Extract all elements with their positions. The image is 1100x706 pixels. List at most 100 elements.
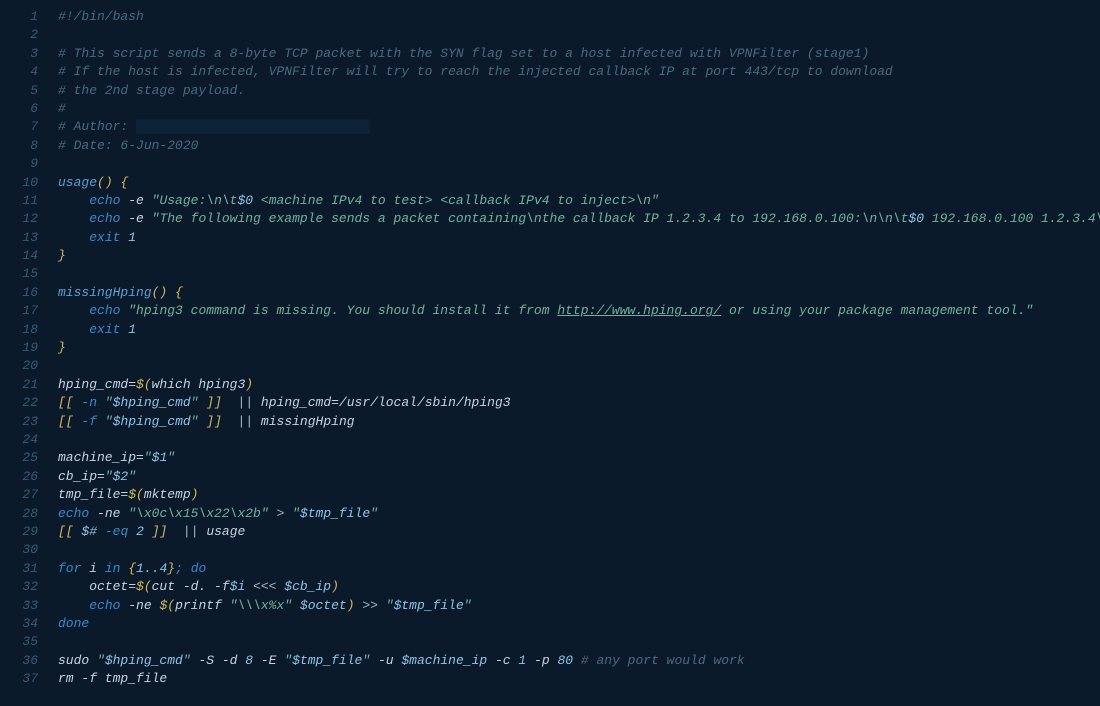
- token-plain: usage: [199, 524, 246, 539]
- token-plain: octet=: [58, 579, 136, 594]
- code-line[interactable]: [58, 155, 1100, 173]
- token-var: $2: [113, 469, 129, 484]
- line-number: 27: [0, 486, 50, 504]
- token-plain: [167, 524, 183, 539]
- token-br: ]]: [152, 524, 168, 539]
- code-line[interactable]: exit 1: [58, 321, 1100, 339]
- token-str: "\\\x%x": [230, 598, 292, 613]
- token-plain: -c: [487, 653, 518, 668]
- token-kw: exit: [89, 322, 120, 337]
- line-number: 1: [0, 8, 50, 26]
- line-number: 6: [0, 100, 50, 118]
- code-line[interactable]: #: [58, 100, 1100, 118]
- token-plain: -e: [120, 193, 151, 208]
- code-line[interactable]: }: [58, 247, 1100, 265]
- line-number: 19: [0, 339, 50, 357]
- line-number: 13: [0, 229, 50, 247]
- token-plain: i: [81, 561, 104, 576]
- token-var: $hping_cmd: [113, 414, 191, 429]
- code-line[interactable]: exit 1: [58, 229, 1100, 247]
- code-line[interactable]: # Author:: [58, 118, 1100, 136]
- token-br: }: [167, 561, 175, 576]
- code-line[interactable]: hping_cmd=$(which hping3): [58, 376, 1100, 394]
- code-line[interactable]: [[ -f "$hping_cmd" ]] || missingHping: [58, 413, 1100, 431]
- token-cmt: # This script sends a 8-byte TCP packet …: [58, 46, 869, 61]
- token-br: ): [191, 487, 199, 502]
- code-line[interactable]: [58, 26, 1100, 44]
- token-num: 1: [128, 230, 136, 245]
- code-area[interactable]: #!/bin/bash # This script sends a 8-byte …: [50, 0, 1100, 706]
- code-line[interactable]: octet=$(cut -d. -f$i <<< $cb_ip): [58, 578, 1100, 596]
- token-plain: rm -f tmp_file: [58, 671, 167, 686]
- line-number: 28: [0, 505, 50, 523]
- code-line[interactable]: machine_ip="$1": [58, 449, 1100, 467]
- token-str: ": [362, 653, 370, 668]
- line-number: 34: [0, 615, 50, 633]
- token-var: $machine_ip: [401, 653, 487, 668]
- code-line[interactable]: echo "hping3 command is missing. You sho…: [58, 302, 1100, 320]
- token-str: or using your package management tool.": [721, 303, 1033, 318]
- token-plain: tmp_file=: [58, 487, 128, 502]
- token-num: 80: [557, 653, 573, 668]
- code-line[interactable]: sudo "$hping_cmd" -S -d 8 -E "$tmp_file"…: [58, 652, 1100, 670]
- code-line[interactable]: [58, 265, 1100, 283]
- token-cmt: # Date: 6-Jun-2020: [58, 138, 198, 153]
- token-str: "Usage:\n\t: [152, 193, 238, 208]
- token-plain: [183, 561, 191, 576]
- token-plain: -E: [253, 653, 284, 668]
- token-cmt: #: [58, 101, 66, 116]
- code-line[interactable]: # This script sends a 8-byte TCP packet …: [58, 45, 1100, 63]
- code-line[interactable]: }: [58, 339, 1100, 357]
- code-line[interactable]: echo -e "Usage:\n\t$0 <machine IPv4 to t…: [58, 192, 1100, 210]
- code-line[interactable]: #!/bin/bash: [58, 8, 1100, 26]
- code-line[interactable]: [58, 357, 1100, 375]
- code-line[interactable]: for i in {1..4}; do: [58, 560, 1100, 578]
- token-br: ): [331, 579, 339, 594]
- token-plain: [222, 395, 238, 410]
- token-str: ": [167, 450, 175, 465]
- token-var: $cb_ip: [284, 579, 331, 594]
- code-line[interactable]: # Date: 6-Jun-2020: [58, 137, 1100, 155]
- token-kw: -n: [81, 395, 97, 410]
- token-cmt: # the 2nd stage payload.: [58, 83, 245, 98]
- code-line[interactable]: rm -f tmp_file: [58, 670, 1100, 688]
- code-line[interactable]: echo -e "The following example sends a p…: [58, 210, 1100, 228]
- code-line[interactable]: # If the host is infected, VPNFilter wil…: [58, 63, 1100, 81]
- line-number: 16: [0, 284, 50, 302]
- code-line[interactable]: usage() {: [58, 174, 1100, 192]
- token-br: }: [58, 340, 66, 355]
- line-number: 15: [0, 265, 50, 283]
- token-br: [[: [58, 524, 74, 539]
- code-line[interactable]: missingHping() {: [58, 284, 1100, 302]
- code-line[interactable]: [58, 633, 1100, 651]
- token-plain: cb_ip=: [58, 469, 105, 484]
- token-plain: [58, 322, 89, 337]
- token-str: "The following example sends a packet co…: [152, 211, 909, 226]
- token-plain: hping_cmd=/usr/local/sbin/hping3: [253, 395, 510, 410]
- code-line[interactable]: tmp_file=$(mktemp): [58, 486, 1100, 504]
- token-str: ": [105, 469, 113, 484]
- code-line[interactable]: done: [58, 615, 1100, 633]
- token-redact: [136, 119, 370, 134]
- code-line[interactable]: # the 2nd stage payload.: [58, 82, 1100, 100]
- code-line[interactable]: [58, 541, 1100, 559]
- token-br: ): [245, 377, 253, 392]
- line-number: 8: [0, 137, 50, 155]
- line-number: 30: [0, 541, 50, 559]
- code-line[interactable]: [[ $# -eq 2 ]] || usage: [58, 523, 1100, 541]
- code-line[interactable]: [58, 431, 1100, 449]
- code-line[interactable]: [[ -n "$hping_cmd" ]] || hping_cmd=/usr/…: [58, 394, 1100, 412]
- line-number: 22: [0, 394, 50, 412]
- token-op: ||: [238, 395, 254, 410]
- token-num: 1..4: [136, 561, 167, 576]
- line-number: 11: [0, 192, 50, 210]
- code-line[interactable]: echo -ne $(printf "\\\x%x" $octet) >> "$…: [58, 597, 1100, 615]
- code-editor[interactable]: 1234567891011121314151617181920212223242…: [0, 0, 1100, 706]
- code-line[interactable]: echo -ne "\x0c\x15\x22\x2b" > "$tmp_file…: [58, 505, 1100, 523]
- token-plain: -ne: [89, 506, 128, 521]
- token-plain: [58, 598, 89, 613]
- token-str: ": [183, 653, 191, 668]
- line-number: 12: [0, 210, 50, 228]
- token-var: $hping_cmd: [105, 653, 183, 668]
- code-line[interactable]: cb_ip="$2": [58, 468, 1100, 486]
